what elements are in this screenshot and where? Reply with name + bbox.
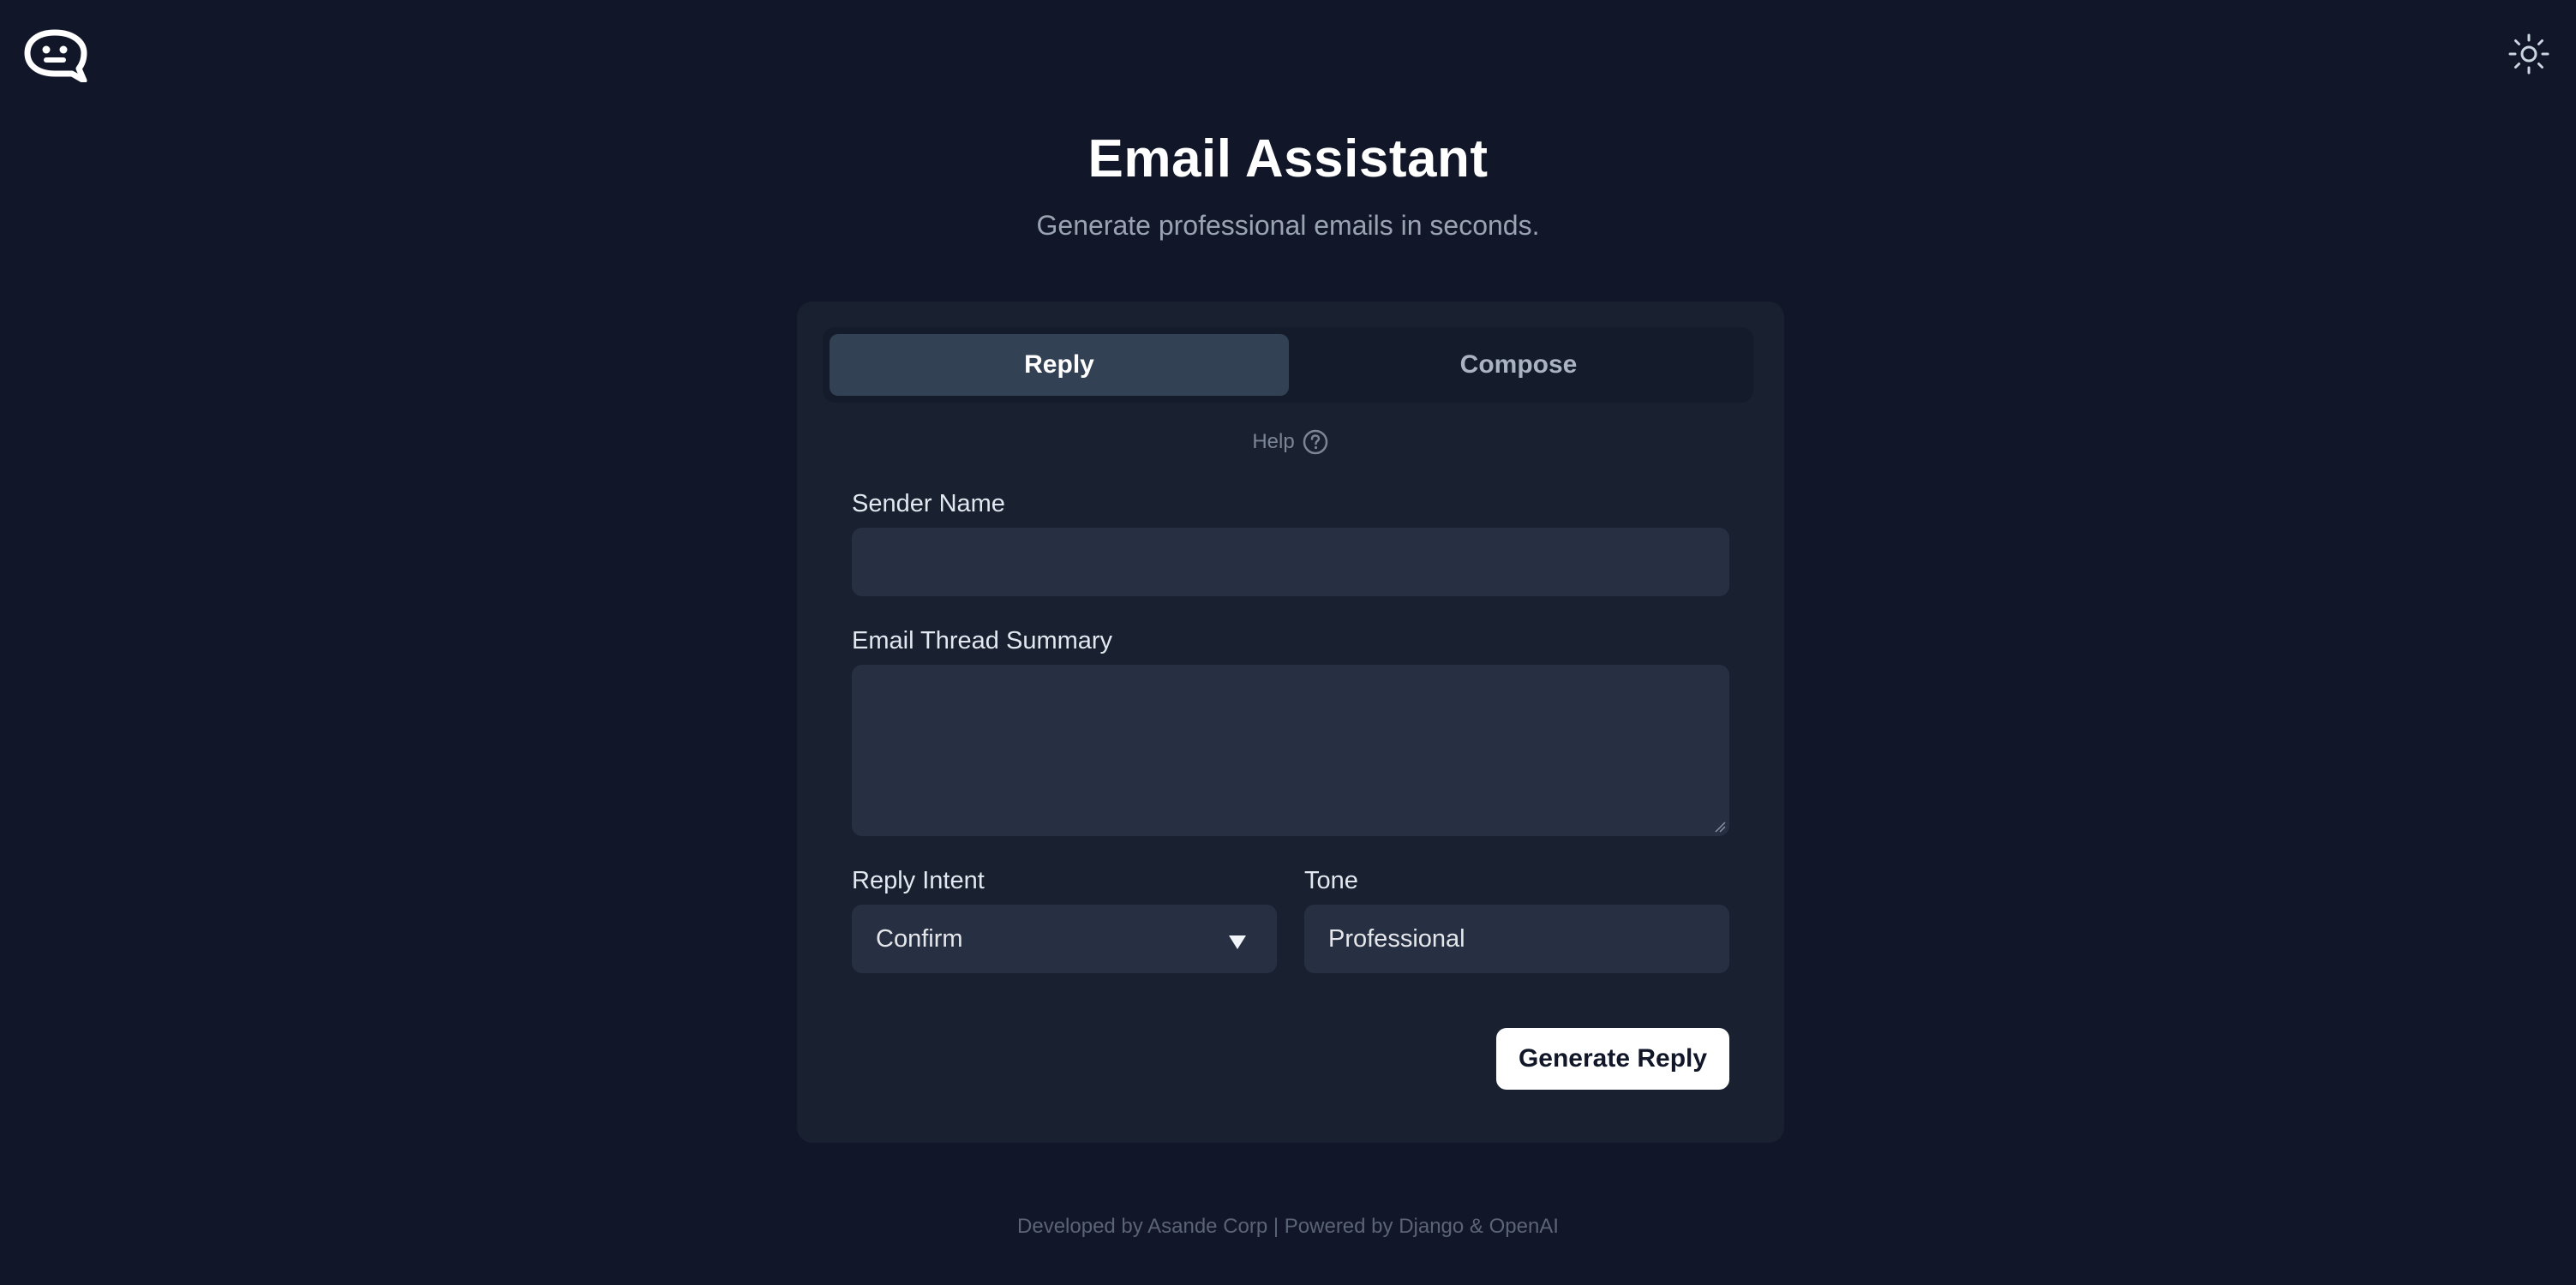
thread-summary-label: Email Thread Summary [852, 627, 1113, 654]
sender-name-input[interactable] [852, 528, 1729, 596]
help-link[interactable]: Help [797, 428, 1784, 456]
question-circle-icon [1303, 429, 1327, 455]
thread-summary-wrapper [852, 665, 1729, 836]
page-title: Email Assistant [1087, 129, 1489, 188]
mode-tabs: Reply Compose [823, 327, 1753, 403]
help-label: Help [1252, 430, 1295, 453]
tone-label: Tone [1304, 867, 1358, 894]
thread-summary-textarea[interactable] [852, 665, 1729, 836]
dropdown-arrow-icon [1229, 935, 1246, 949]
tone-input[interactable] [1304, 905, 1729, 973]
page-subtitle: Generate professional emails in seconds. [1036, 210, 1540, 241]
email-form-card: Reply Compose Help Sender Name Email Thr… [797, 302, 1784, 1143]
sun-icon [2508, 33, 2549, 75]
page-header: Email Assistant Generate professional em… [0, 128, 2576, 242]
tab-reply[interactable]: Reply [830, 334, 1289, 396]
reply-intent-value: Confirm [876, 925, 963, 953]
tab-compose[interactable]: Compose [1289, 334, 1748, 396]
resize-grip-icon[interactable] [1714, 821, 1726, 833]
page-footer: Developed by Asande Corp | Powered by Dj… [1017, 1215, 1559, 1238]
chat-bubble-face-icon [24, 29, 87, 84]
app-logo [22, 27, 89, 84]
sender-name-label: Sender Name [852, 490, 1005, 517]
theme-toggle-button[interactable] [2507, 33, 2550, 75]
generate-reply-button[interactable]: Generate Reply [1496, 1028, 1729, 1090]
reply-intent-label: Reply Intent [852, 867, 985, 894]
reply-intent-select[interactable]: Confirm [852, 905, 1277, 973]
